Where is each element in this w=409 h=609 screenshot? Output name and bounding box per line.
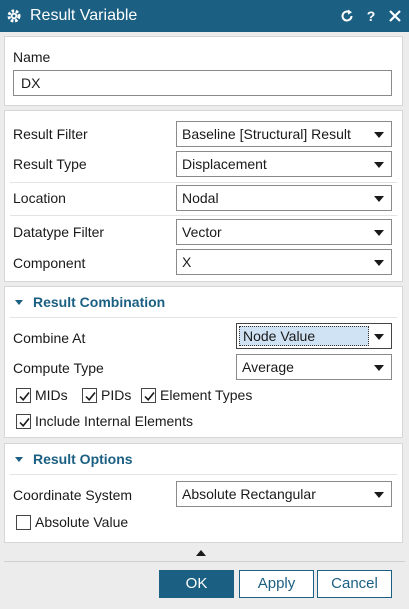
combine-at-label: Combine At — [13, 330, 86, 346]
location-value: Nodal — [182, 190, 219, 206]
divider — [10, 317, 397, 318]
result-filter-dropdown[interactable]: Baseline [Structural] Result — [176, 121, 392, 147]
chevron-down-icon — [374, 365, 384, 371]
chevron-down-icon — [374, 162, 384, 168]
include-internal-elements-label: Include Internal Elements — [35, 413, 193, 429]
checkmark-icon — [16, 387, 31, 403]
component-dropdown[interactable]: X — [176, 249, 392, 275]
result-type-dropdown[interactable]: Displacement — [176, 151, 392, 177]
combine-at-dropdown[interactable]: Node Value — [236, 323, 392, 349]
component-value: X — [182, 254, 192, 270]
absolute-value-label: Absolute Value — [35, 514, 129, 530]
pids-label: PIDs — [101, 387, 132, 403]
checkmark-icon — [82, 387, 97, 403]
result-type-value: Displacement — [182, 156, 267, 172]
checkmark-icon — [141, 387, 156, 403]
ok-button[interactable]: OK — [159, 570, 234, 598]
element-types-checkbox[interactable]: Element Types — [141, 387, 252, 403]
name-field[interactable]: DX — [13, 70, 392, 96]
collapse-triangle-icon — [15, 299, 23, 305]
datatype-filter-dropdown[interactable]: Vector — [176, 219, 392, 245]
close-icon[interactable] — [387, 8, 403, 24]
window-title: Result Variable — [30, 7, 138, 24]
gear-icon — [6, 8, 22, 24]
location-label: Location — [13, 190, 66, 206]
divider — [10, 215, 397, 216]
absolute-value-checkbox[interactable]: Absolute Value — [16, 514, 128, 530]
name-label: Name — [13, 49, 51, 65]
chevron-down-icon — [374, 260, 384, 266]
checkbox-empty-icon — [16, 514, 31, 530]
combine-at-value: Node Value — [239, 326, 369, 346]
mids-checkbox[interactable]: MIDs — [16, 387, 68, 403]
result-options-title: Result Options — [33, 451, 133, 467]
location-dropdown[interactable]: Nodal — [176, 185, 392, 211]
apply-button[interactable]: Apply — [239, 570, 314, 598]
chevron-down-icon — [374, 230, 384, 236]
component-label: Component — [13, 255, 86, 271]
reset-icon[interactable] — [339, 8, 355, 24]
help-icon[interactable]: ? — [363, 8, 379, 24]
coordinate-system-value: Absolute Rectangular — [182, 486, 316, 502]
filters-panel: Result Filter Baseline [Structural] Resu… — [4, 110, 403, 282]
result-combination-title: Result Combination — [33, 294, 166, 310]
divider — [10, 474, 397, 475]
result-combination-header[interactable]: Result Combination — [13, 294, 165, 310]
result-combination-panel: Result Combination Combine At Node Value… — [4, 286, 403, 438]
element-types-label: Element Types — [160, 387, 253, 403]
datatype-filter-value: Vector — [182, 224, 222, 240]
compute-type-label: Compute Type — [13, 360, 104, 376]
result-filter-value: Baseline [Structural] Result — [182, 126, 351, 142]
chevron-down-icon — [374, 196, 384, 202]
chevron-down-icon — [374, 132, 384, 138]
title-bar: Result Variable ? — [0, 0, 409, 32]
result-options-header[interactable]: Result Options — [13, 451, 133, 467]
pids-checkbox[interactable]: PIDs — [82, 387, 131, 403]
result-type-label: Result Type — [13, 156, 87, 172]
result-filter-label: Result Filter — [13, 126, 88, 142]
chevron-down-icon — [374, 492, 384, 498]
compute-type-value: Average — [242, 359, 294, 375]
result-options-panel: Result Options Coordinate System Absolut… — [4, 443, 403, 543]
divider — [10, 182, 397, 183]
checkmark-icon — [16, 413, 31, 429]
include-internal-elements-checkbox[interactable]: Include Internal Elements — [16, 413, 193, 429]
coordinate-system-label: Coordinate System — [13, 487, 133, 503]
name-panel: Name DX — [4, 36, 403, 106]
compute-type-dropdown[interactable]: Average — [236, 354, 392, 380]
collapse-up-icon[interactable] — [196, 550, 206, 556]
datatype-filter-label: Datatype Filter — [13, 224, 105, 240]
mids-label: MIDs — [35, 387, 68, 403]
footer-divider — [4, 561, 405, 562]
chevron-down-icon — [374, 334, 384, 340]
collapse-triangle-icon — [15, 456, 23, 462]
cancel-button[interactable]: Cancel — [317, 570, 392, 598]
coordinate-system-dropdown[interactable]: Absolute Rectangular — [176, 481, 392, 507]
